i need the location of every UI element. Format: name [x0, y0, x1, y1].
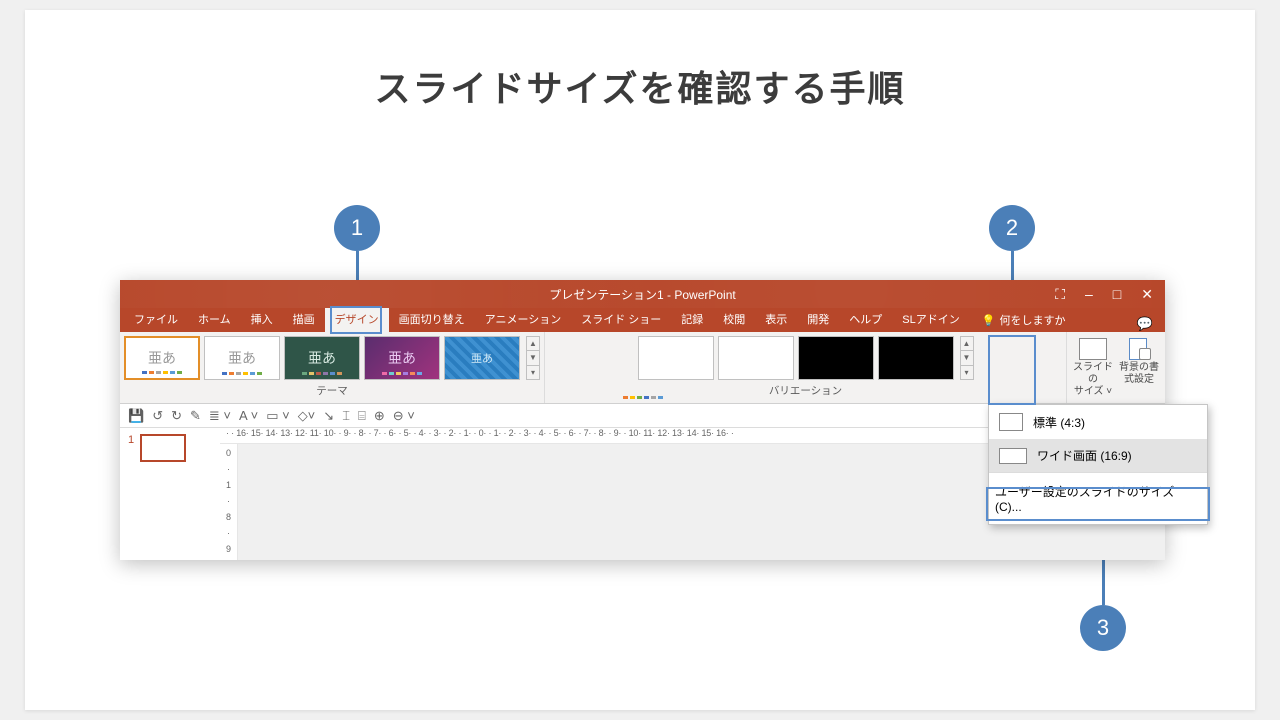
ribbon-tabs: ファイル ホーム 挿入 描画 デザイン 画面切り替え アニメーション スライド …: [120, 308, 1165, 332]
qat-group-icon[interactable]: ⌸: [358, 408, 366, 424]
qat-bullets-icon[interactable]: ≣ ˅: [209, 408, 231, 424]
tell-me-box[interactable]: 💡 何をしますか: [974, 308, 1074, 332]
tab-home[interactable]: ホーム: [188, 307, 241, 332]
powerpoint-window: プレゼンテーション1 - PowerPoint ⛶ – □ ✕ ファイル ホーム…: [120, 280, 1165, 560]
tab-animations[interactable]: アニメーション: [475, 307, 572, 332]
qat-fill-icon[interactable]: ▭ ˅: [266, 408, 290, 424]
tab-help[interactable]: ヘルプ: [839, 307, 892, 332]
tab-insert[interactable]: 挿入: [241, 307, 283, 332]
theme-4[interactable]: 亜あ: [364, 336, 440, 380]
dropdown-standard-label: 標準 (4:3): [1033, 414, 1085, 431]
variations-group: ▲▼▾ バリエーション: [545, 332, 1067, 403]
dropdown-custom-label: ユーザー設定のスライドのサイズ(C)...: [995, 483, 1201, 514]
qat-zoom-in-icon[interactable]: ⊕: [374, 408, 385, 424]
tutorial-slide: スライドサイズを確認する手順 1 2 3 プレゼンテーション1 - PowerP…: [25, 10, 1255, 710]
variation-4[interactable]: [878, 336, 954, 380]
qat-save-icon[interactable]: 💾: [128, 408, 144, 424]
qat-shape-icon[interactable]: ◇˅: [298, 408, 316, 424]
format-background-icon: [1125, 338, 1153, 360]
tab-draw[interactable]: 描画: [283, 307, 325, 332]
tab-addin[interactable]: SLアドイン: [892, 307, 969, 332]
qat-arrow-icon[interactable]: ↘: [323, 408, 334, 424]
comments-icon[interactable]: 💬: [1137, 316, 1153, 332]
tab-slideshow[interactable]: スライド ショー: [571, 307, 671, 332]
close-button[interactable]: ✕: [1141, 286, 1153, 303]
theme-3[interactable]: 亜あ: [284, 336, 360, 380]
qat-font-icon[interactable]: A ˅: [239, 408, 258, 423]
slide-size-icon: [1079, 338, 1107, 360]
variations-gallery-spinner[interactable]: ▲▼▾: [960, 336, 974, 380]
slide-thumbnail-1[interactable]: [140, 434, 186, 462]
slide-size-label: スライドの サイズ ˅: [1073, 362, 1113, 398]
qat-zoom-out-icon[interactable]: ⊖ ˅: [393, 408, 415, 424]
dropdown-item-wide[interactable]: ワイド画面 (16:9): [989, 439, 1207, 472]
dropdown-item-custom[interactable]: ユーザー設定のスライドのサイズ(C)...: [989, 473, 1207, 524]
dropdown-wide-label: ワイド画面 (16:9): [1037, 447, 1132, 464]
lightbulb-icon: 💡: [982, 314, 996, 327]
theme-office[interactable]: 亜あ: [124, 336, 200, 380]
theme-2[interactable]: 亜あ: [204, 336, 280, 380]
themes-gallery-spinner[interactable]: ▲▼▾: [526, 336, 540, 380]
tab-developer[interactable]: 開発: [797, 307, 839, 332]
ribbon-design: 亜あ 亜あ 亜あ 亜あ: [120, 332, 1165, 404]
qat-redo-icon[interactable]: ↻: [171, 408, 182, 424]
step-badge-1: 1: [334, 205, 380, 251]
tab-view[interactable]: 表示: [755, 307, 797, 332]
vertical-ruler: 0 · 1 · 8 · 9: [220, 444, 238, 560]
slide-size-button[interactable]: スライドの サイズ ˅: [1071, 336, 1115, 403]
slide-size-dropdown: 標準 (4:3) ワイド画面 (16:9) ユーザー設定のスライドのサイズ(C)…: [988, 404, 1208, 525]
tell-me-label: 何をしますか: [999, 312, 1065, 328]
format-background-label: 背景の書 式設定: [1119, 362, 1159, 386]
tab-transitions[interactable]: 画面切り替え: [389, 307, 475, 332]
qat-textbox-icon[interactable]: ⌶: [342, 408, 350, 424]
customize-group: スライドの サイズ ˅ 背景の書 式設定: [1067, 332, 1165, 403]
slide-number: 1: [128, 434, 134, 446]
maximize-button[interactable]: □: [1113, 286, 1121, 302]
step-badge-3: 3: [1080, 605, 1126, 651]
variation-3[interactable]: [798, 336, 874, 380]
display-settings-icon[interactable]: ⛶: [1055, 286, 1065, 303]
dropdown-item-standard[interactable]: 標準 (4:3): [989, 405, 1207, 439]
slide-thumbnails-panel: 1: [120, 428, 220, 560]
qat-format-painter-icon[interactable]: ✎: [190, 408, 201, 424]
themes-group: 亜あ 亜あ 亜あ 亜あ: [120, 332, 545, 403]
minimize-button[interactable]: –: [1085, 286, 1093, 302]
theme-5[interactable]: 亜あ: [444, 336, 520, 380]
tab-record[interactable]: 記録: [671, 307, 713, 332]
format-background-button[interactable]: 背景の書 式設定: [1117, 336, 1161, 403]
page-title: スライドサイズを確認する手順: [25, 60, 1255, 112]
themes-label: テーマ: [316, 380, 348, 401]
tab-file[interactable]: ファイル: [124, 307, 188, 332]
wide-ratio-icon: [999, 448, 1027, 464]
window-title: プレゼンテーション1 - PowerPoint: [549, 286, 735, 303]
tab-design[interactable]: デザイン: [325, 307, 389, 332]
variation-2[interactable]: [718, 336, 794, 380]
titlebar: プレゼンテーション1 - PowerPoint ⛶ – □ ✕: [120, 280, 1165, 308]
step-badge-2: 2: [989, 205, 1035, 251]
qat-undo-icon[interactable]: ↺: [152, 408, 163, 424]
tab-review[interactable]: 校閲: [713, 307, 755, 332]
variations-label: バリエーション: [769, 380, 842, 401]
standard-ratio-icon: [999, 413, 1023, 431]
variation-1[interactable]: [638, 336, 714, 380]
